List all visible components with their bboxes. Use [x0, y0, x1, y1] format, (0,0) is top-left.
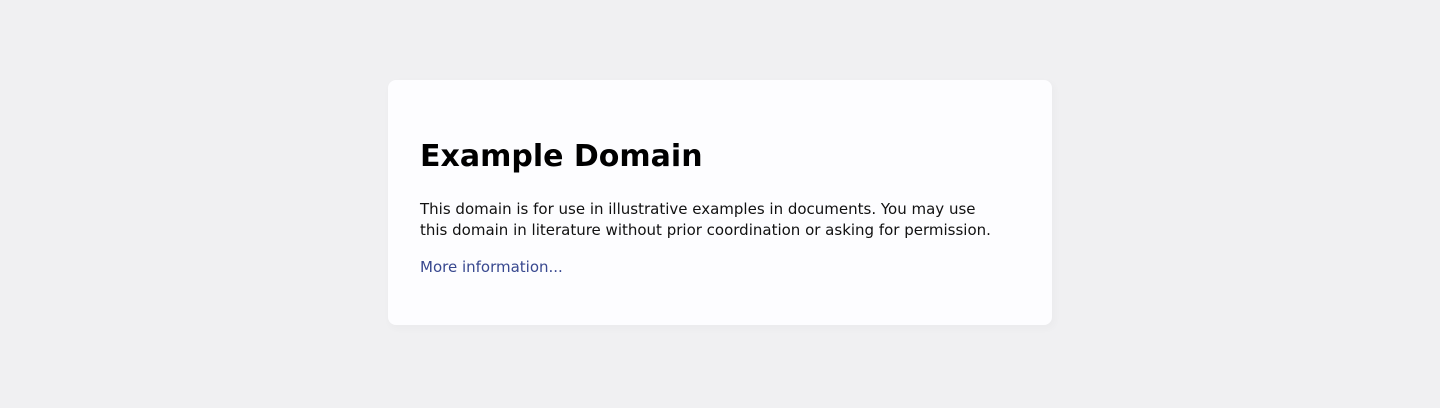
content-card: Example Domain This domain is for use in… [388, 80, 1052, 325]
page-title: Example Domain [420, 139, 703, 174]
more-information-link[interactable]: More information... [420, 257, 563, 278]
page: Example Domain This domain is for use in… [0, 0, 1440, 408]
description-text: This domain is for use in illustrative e… [420, 200, 991, 239]
